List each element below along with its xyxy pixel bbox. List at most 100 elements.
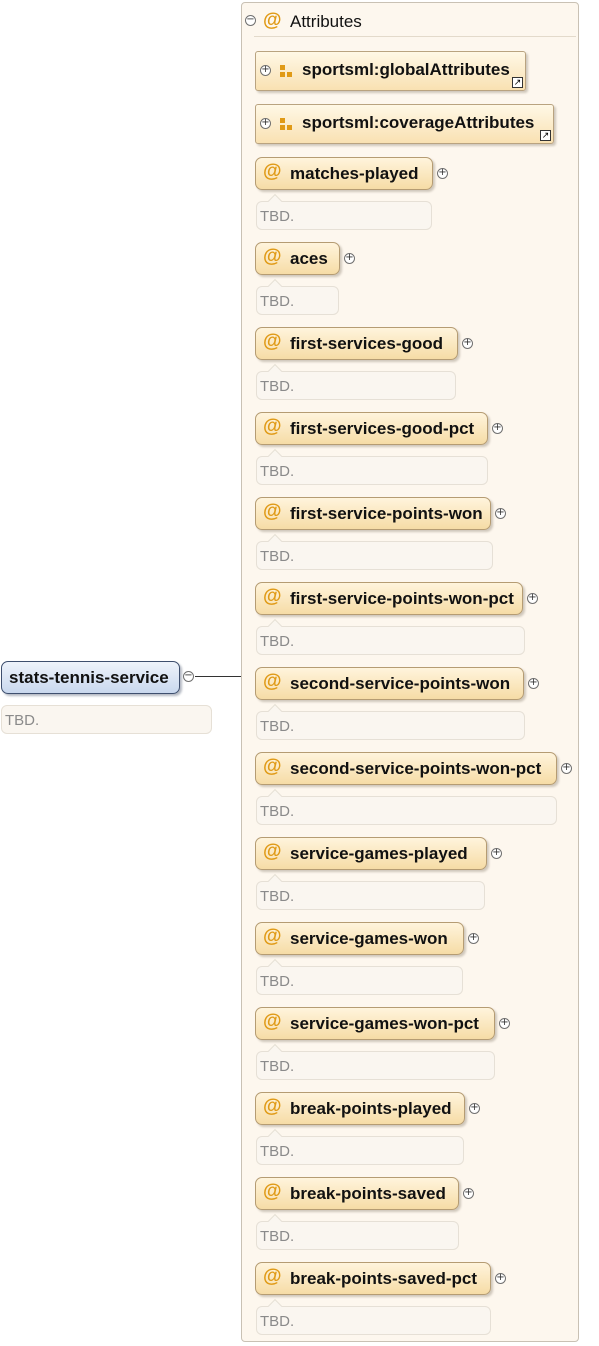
attribute-icon: @ — [263, 416, 282, 437]
attribute-documentation: TBD. — [256, 618, 525, 655]
attribute-icon: @ — [263, 161, 282, 182]
attribute-icon: @ — [263, 1011, 282, 1032]
attribute-documentation: TBD. — [256, 703, 525, 740]
expand-icon[interactable]: + — [344, 253, 355, 264]
attribute-name: service-games-won — [290, 929, 448, 948]
attribute-4[interactable]: @ first-service-points-won — [255, 497, 491, 530]
attribute-documentation: TBD. — [256, 363, 456, 400]
attribute-icon: @ — [263, 671, 282, 692]
attribute-10[interactable]: @ service-games-won-pct — [255, 1007, 495, 1040]
attribute-group-label: sportsml:globalAttributes — [302, 60, 510, 79]
attributes-title: Attributes — [290, 12, 362, 31]
attribute-8[interactable]: @ service-games-played — [255, 837, 487, 870]
attribute-icon: @ — [263, 501, 282, 522]
attribute-icon: @ — [263, 246, 282, 267]
attribute-documentation: TBD. — [256, 1043, 495, 1080]
attribute-name: second-service-points-won — [290, 674, 511, 693]
connector-line — [195, 676, 241, 677]
expand-icon[interactable]: + — [260, 118, 271, 129]
expand-icon[interactable]: + — [492, 423, 503, 434]
attribute-documentation-text: TBD. — [260, 888, 295, 905]
attribute-documentation-text: TBD. — [260, 1058, 295, 1075]
attribute-documentation-text: TBD. — [260, 1228, 295, 1245]
root-documentation: TBD. — [1, 705, 212, 734]
attribute-1[interactable]: @ aces — [255, 242, 340, 275]
attribute-documentation: TBD. — [256, 1128, 464, 1165]
attribute-name: service-games-won-pct — [290, 1014, 479, 1033]
attribute-icon: @ — [263, 1181, 282, 1202]
root-documentation-text: TBD. — [5, 712, 40, 729]
attribute-icon: @ — [263, 586, 282, 607]
expand-icon[interactable]: + — [527, 593, 538, 604]
expand-icon[interactable]: + — [495, 1273, 506, 1284]
link-icon[interactable]: ↗ — [512, 77, 523, 88]
attribute-0[interactable]: @ matches-played — [255, 157, 433, 190]
attribute-icon: @ — [263, 1266, 282, 1287]
attribute-group-global[interactable]: + sportsml:globalAttributes ↗ — [255, 51, 526, 91]
attribute-name: service-games-played — [290, 844, 468, 863]
attribute-12[interactable]: @ break-points-saved — [255, 1177, 459, 1210]
attribute-group-label: sportsml:coverageAttributes — [302, 113, 535, 132]
attribute-name: break-points-saved — [290, 1184, 446, 1203]
attribute-documentation: TBD. — [256, 193, 432, 230]
attribute-documentation-text: TBD. — [260, 208, 295, 225]
expand-icon[interactable]: + — [437, 168, 448, 179]
attribute-documentation: TBD. — [256, 788, 557, 825]
attribute-name: first-services-good — [290, 334, 444, 353]
attribute-13[interactable]: @ break-points-saved-pct — [255, 1262, 491, 1295]
attribute-group-icon: @ — [263, 10, 282, 31]
expand-icon[interactable]: + — [468, 933, 479, 944]
attribute-documentation-text: TBD. — [260, 548, 295, 565]
link-icon[interactable]: ↗ — [540, 130, 551, 141]
expand-icon[interactable]: + — [469, 1103, 480, 1114]
attribute-3[interactable]: @ first-services-good-pct — [255, 412, 488, 445]
attributes-divider — [254, 36, 576, 37]
attribute-11[interactable]: @ break-points-played — [255, 1092, 465, 1125]
attribute-documentation: TBD. — [256, 1213, 459, 1250]
attribute-documentation-text: TBD. — [260, 973, 295, 990]
attributes-collapse-icon[interactable]: − — [245, 15, 256, 26]
root-element[interactable]: stats-tennis-service — [1, 661, 180, 694]
attribute-documentation-text: TBD. — [260, 463, 295, 480]
attribute-name: break-points-played — [290, 1099, 452, 1118]
attribute-documentation: TBD. — [256, 873, 485, 910]
attribute-documentation: TBD. — [256, 533, 493, 570]
attribute-name: first-service-points-won — [290, 504, 483, 523]
attribute-9[interactable]: @ service-games-won — [255, 922, 464, 955]
attribute-name: first-services-good-pct — [290, 419, 475, 438]
attribute-5[interactable]: @ first-service-points-won-pct — [255, 582, 523, 615]
attribute-icon: @ — [263, 1096, 282, 1117]
attribute-icon: @ — [263, 841, 282, 862]
attribute-2[interactable]: @ first-services-good — [255, 327, 458, 360]
attribute-documentation-text: TBD. — [260, 1143, 295, 1160]
attribute-name: break-points-saved-pct — [290, 1269, 478, 1288]
attribute-documentation: TBD. — [256, 1298, 491, 1335]
root-collapse-icon[interactable]: − — [183, 671, 194, 682]
attribute-icon: @ — [263, 926, 282, 947]
attribute-documentation: TBD. — [256, 278, 339, 315]
expand-icon[interactable]: + — [499, 1018, 510, 1029]
expand-icon[interactable]: + — [463, 1188, 474, 1199]
expand-icon[interactable]: + — [260, 65, 271, 76]
attribute-name: second-service-points-won-pct — [290, 759, 542, 778]
expand-icon[interactable]: + — [528, 678, 539, 689]
attribute-documentation-text: TBD. — [260, 803, 295, 820]
attribute-name: aces — [290, 249, 328, 268]
attribute-documentation: TBD. — [256, 448, 488, 485]
attribute-documentation-text: TBD. — [260, 633, 295, 650]
attribute-documentation: TBD. — [256, 958, 463, 995]
attribute-icon: @ — [263, 756, 282, 777]
attribute-group-symbol-icon — [280, 65, 292, 78]
expand-icon[interactable]: + — [462, 338, 473, 349]
attribute-name: matches-played — [290, 164, 419, 183]
attribute-6[interactable]: @ second-service-points-won — [255, 667, 524, 700]
attribute-7[interactable]: @ second-service-points-won-pct — [255, 752, 557, 785]
expand-icon[interactable]: + — [561, 763, 572, 774]
expand-icon[interactable]: + — [491, 848, 502, 859]
root-element-label: stats-tennis-service — [9, 668, 169, 687]
attribute-documentation-text: TBD. — [260, 378, 295, 395]
attribute-documentation-text: TBD. — [260, 1313, 295, 1330]
attribute-group-coverage[interactable]: + sportsml:coverageAttributes ↗ — [255, 104, 554, 144]
attribute-name: first-service-points-won-pct — [290, 589, 514, 608]
expand-icon[interactable]: + — [495, 508, 506, 519]
